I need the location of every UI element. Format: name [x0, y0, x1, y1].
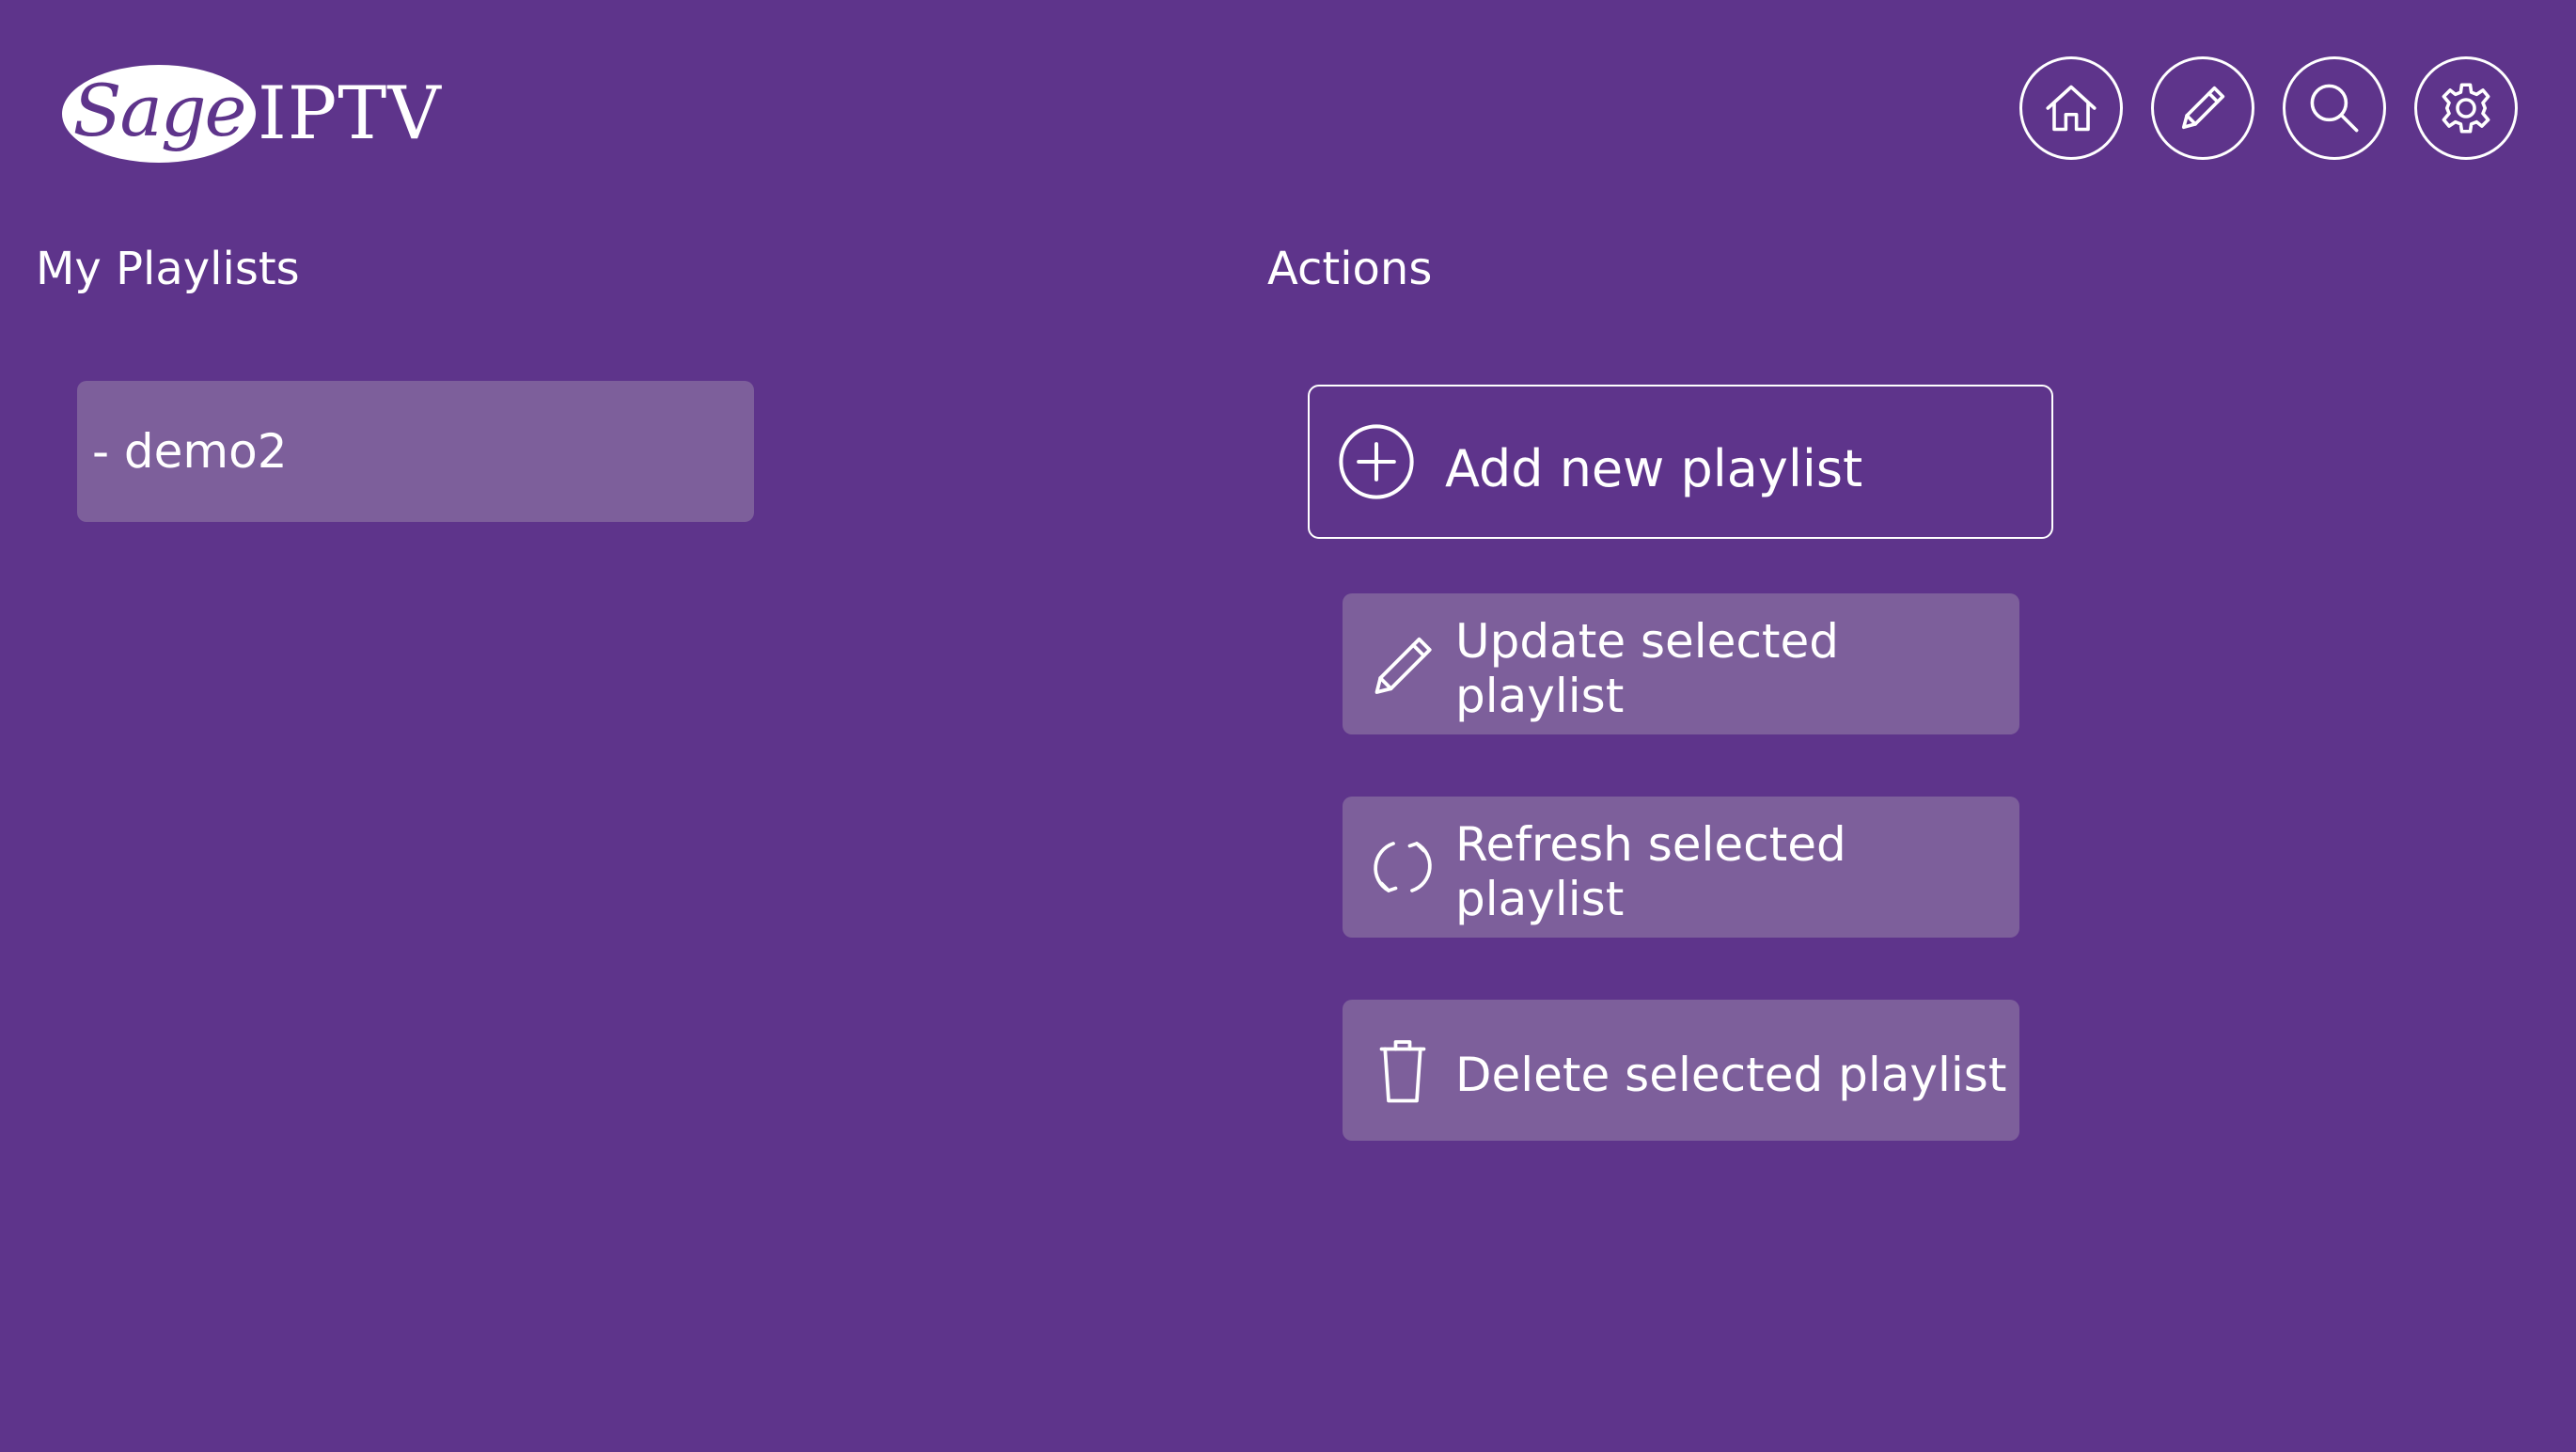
home-button[interactable] [2019, 56, 2123, 160]
delete-playlist-button[interactable]: Delete selected playlist [1343, 1000, 2019, 1141]
logo-text: IPTV [258, 71, 442, 156]
playlist-item-label: - demo2 [92, 424, 288, 479]
delete-playlist-label: Delete selected playlist [1455, 1048, 2007, 1102]
gear-icon [2442, 83, 2490, 134]
update-playlist-button[interactable]: Update selected playlist [1343, 593, 2019, 734]
top-nav [2019, 56, 2518, 160]
update-playlist-label: Update selected playlist [1455, 614, 1840, 723]
edit-button[interactable] [2151, 56, 2254, 160]
home-icon [2046, 85, 2097, 132]
refresh-icon [1365, 829, 1440, 905]
playlist-item-demo2[interactable]: - demo2 [77, 381, 754, 522]
logo-oval-text: Sage [72, 69, 246, 152]
add-playlist-label: Add new playlist [1445, 438, 1863, 498]
settings-button[interactable] [2414, 56, 2518, 160]
pencil-icon [2181, 86, 2225, 130]
search-button[interactable] [2283, 56, 2386, 160]
refresh-playlist-label: Refresh selected playlist [1455, 817, 1846, 926]
search-icon [2310, 84, 2359, 133]
refresh-playlist-button[interactable]: Refresh selected playlist [1343, 797, 2019, 938]
trash-icon [1365, 1033, 1440, 1108]
logo-oval: Sage [62, 65, 256, 163]
app-logo: Sage IPTV [62, 62, 442, 166]
playlist-list: - demo2 [77, 381, 754, 522]
add-playlist-button[interactable]: Add new playlist [1308, 385, 2053, 539]
plus-circle-icon [1336, 421, 1417, 502]
actions-heading: Actions [1267, 243, 1433, 295]
my-playlists-heading: My Playlists [36, 243, 300, 295]
pencil-icon [1365, 626, 1440, 702]
